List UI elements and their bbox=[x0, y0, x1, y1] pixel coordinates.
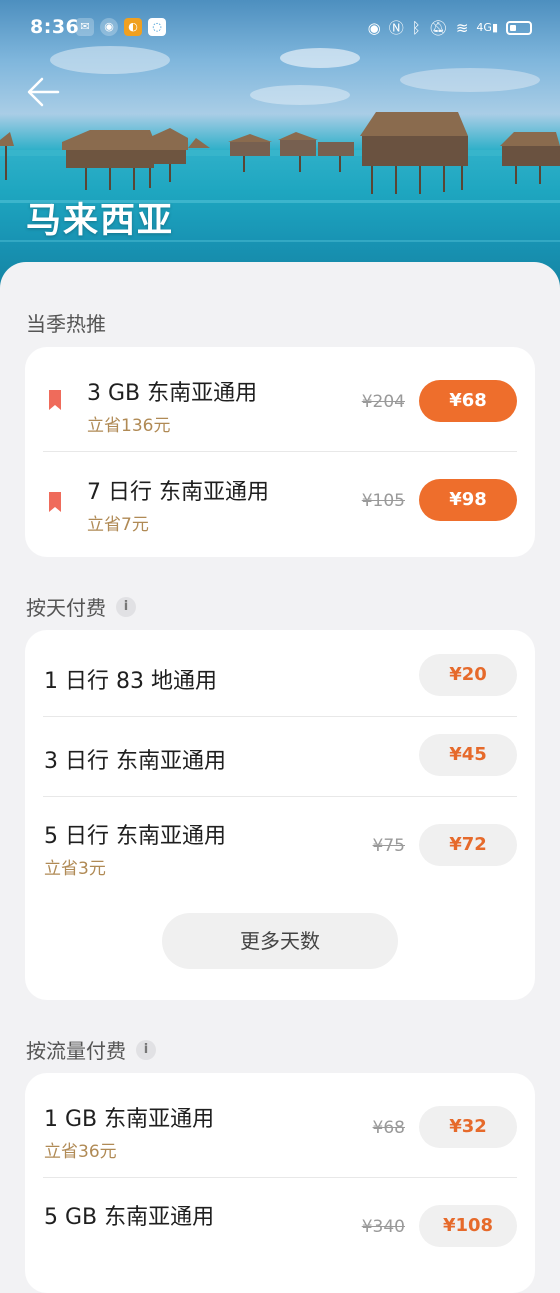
plan-name: 5 GB 东南亚通用 bbox=[44, 1205, 215, 1230]
buy-price-button[interactable]: ¥98 bbox=[419, 479, 517, 521]
battery-icon bbox=[506, 20, 532, 35]
wifi-icon: ≋ bbox=[455, 18, 469, 37]
wechat-icon: ✉ bbox=[76, 18, 94, 36]
data-card: 1 GB 东南亚通用 立省36元 ¥68 ¥32 5 GB 东南亚通用 ¥340… bbox=[25, 1073, 535, 1293]
saving-text: 立省36元 bbox=[44, 1142, 117, 1162]
status-time: 8:36 bbox=[30, 16, 80, 38]
plan-name: 3 GB 东南亚通用 bbox=[87, 381, 258, 406]
list-item[interactable]: 1 日行 83 地通用 ¥20 bbox=[25, 630, 535, 716]
buy-price-button[interactable]: ¥72 bbox=[419, 824, 517, 866]
original-price: ¥68 bbox=[372, 1118, 405, 1138]
cellular-signal-icon: 4G▮ bbox=[476, 21, 498, 34]
saving-text: 立省3元 bbox=[44, 859, 106, 879]
plan-name: 1 日行 83 地通用 bbox=[44, 669, 217, 694]
hero-banner: 8:36 ✉ ◉ ◐ ◌ ◉ Ⓝ ᛒ 🔕︎ ≋ 4G▮ 马来西亚 bbox=[0, 0, 560, 300]
back-arrow-icon[interactable] bbox=[22, 70, 66, 114]
plan-name: 5 日行 东南亚通用 bbox=[44, 824, 226, 849]
original-price: ¥340 bbox=[361, 1217, 405, 1237]
notification-icons: ✉ ◉ ◐ ◌ bbox=[76, 18, 166, 36]
section-title-text: 当季热推 bbox=[26, 312, 106, 336]
seasonal-card: 3 GB 东南亚通用 立省136元 ¥204 ¥68 7 日行 东南亚通用 立省… bbox=[25, 347, 535, 557]
bookmark-icon bbox=[49, 492, 61, 512]
weibo-icon: ◐ bbox=[124, 18, 142, 36]
mute-bell-icon: 🔕︎ bbox=[428, 18, 448, 37]
daily-card: 1 日行 83 地通用 ¥20 3 日行 东南亚通用 ¥45 5 日行 东南亚通… bbox=[25, 630, 535, 1000]
original-price: ¥105 bbox=[361, 491, 405, 511]
section-title-seasonal: 当季热推 bbox=[26, 308, 106, 337]
bookmark-icon bbox=[49, 390, 61, 410]
list-item[interactable]: 5 GB 东南亚通用 ¥340 ¥108 bbox=[25, 1177, 535, 1287]
original-price: ¥75 bbox=[372, 836, 405, 856]
list-item[interactable]: 3 日行 东南亚通用 ¥45 bbox=[25, 716, 535, 796]
section-title-data: 按流量付费 i bbox=[26, 1035, 156, 1064]
list-item[interactable]: 1 GB 东南亚通用 立省36元 ¥68 ¥32 bbox=[25, 1073, 535, 1177]
info-icon[interactable]: i bbox=[116, 596, 136, 617]
eye-icon: ◉ bbox=[367, 18, 381, 37]
status-bar: 8:36 ✉ ◉ ◐ ◌ ◉ Ⓝ ᛒ 🔕︎ ≋ 4G▮ bbox=[0, 0, 560, 56]
system-icons: ◉ Ⓝ ᛒ 🔕︎ ≋ 4G▮ bbox=[368, 17, 532, 38]
bluetooth-icon: ᛒ bbox=[411, 18, 421, 37]
content-panel: 当季热推 3 GB 东南亚通用 立省136元 ¥204 ¥68 7 日行 东南亚… bbox=[0, 262, 560, 1293]
page-title: 马来西亚 bbox=[26, 201, 175, 241]
nfc-icon: Ⓝ bbox=[388, 19, 404, 37]
original-price: ¥204 bbox=[361, 392, 405, 412]
saving-text: 立省7元 bbox=[87, 515, 149, 535]
message-app-icon: ◌ bbox=[148, 18, 166, 36]
list-item[interactable]: 5 日行 东南亚通用 立省3元 ¥75 ¥72 bbox=[25, 796, 535, 896]
info-icon[interactable]: i bbox=[136, 1039, 156, 1060]
buy-price-button[interactable]: ¥108 bbox=[419, 1205, 517, 1247]
section-title-text: 按天付费 bbox=[26, 596, 106, 620]
section-title-daily: 按天付费 i bbox=[26, 592, 136, 621]
buy-price-button[interactable]: ¥45 bbox=[419, 734, 517, 776]
more-days-button[interactable]: 更多天数 bbox=[162, 913, 398, 969]
plan-name: 3 日行 东南亚通用 bbox=[44, 749, 226, 774]
buy-price-button[interactable]: ¥68 bbox=[419, 380, 517, 422]
plan-name: 1 GB 东南亚通用 bbox=[44, 1107, 215, 1132]
plan-name: 7 日行 东南亚通用 bbox=[87, 480, 269, 505]
network-type: 4G bbox=[476, 21, 492, 34]
section-title-text: 按流量付费 bbox=[26, 1039, 126, 1063]
list-item[interactable]: 7 日行 东南亚通用 立省7元 ¥105 ¥98 bbox=[25, 451, 535, 557]
app-notification-icon: ◉ bbox=[100, 18, 118, 36]
list-item[interactable]: 3 GB 东南亚通用 立省136元 ¥204 ¥68 bbox=[25, 347, 535, 451]
saving-text: 立省136元 bbox=[87, 416, 171, 436]
buy-price-button[interactable]: ¥20 bbox=[419, 654, 517, 696]
buy-price-button[interactable]: ¥32 bbox=[419, 1106, 517, 1148]
